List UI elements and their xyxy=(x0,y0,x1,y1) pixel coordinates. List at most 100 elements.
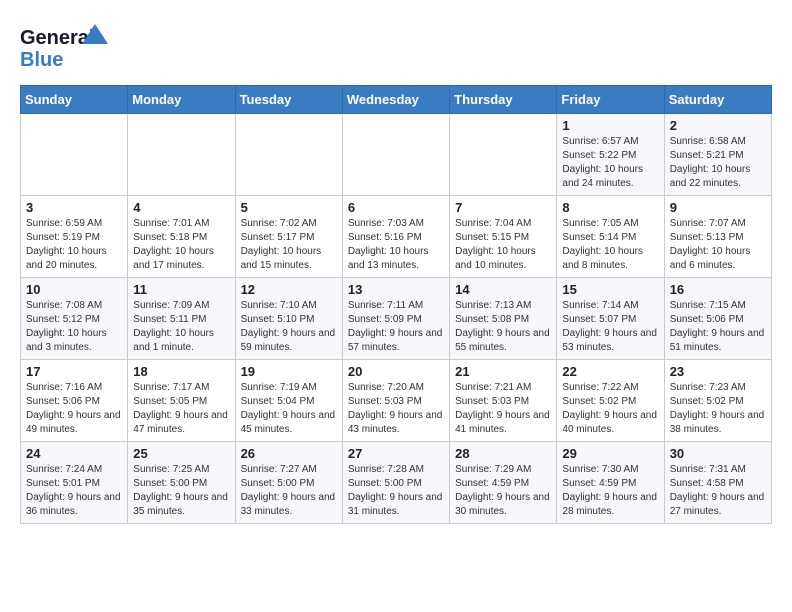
day-number: 10 xyxy=(26,282,122,297)
svg-text:Blue: Blue xyxy=(20,49,63,71)
calendar-cell: 17 Sunrise: 7:16 AM Sunset: 5:06 PM Dayli… xyxy=(21,360,128,442)
day-number: 11 xyxy=(133,282,229,297)
logo: GeneralBlue xyxy=(20,20,110,75)
day-number: 28 xyxy=(455,446,551,461)
calendar-cell: 6Sunrise: 7:03 AM Sunset: 5:16 PM Daylig… xyxy=(342,196,449,278)
day-number: 19 xyxy=(241,364,337,379)
calendar-cell: 30 Sunrise: 7:31 AM Sunset: 4:58 PM Dayli… xyxy=(664,442,771,524)
day-info: Sunrise: 7:25 AM Sunset: 5:00 PM Dayligh… xyxy=(133,463,229,519)
calendar-week-row: 1 Sunrise: 6:57 AM Sunset: 5:22 PM Daylig… xyxy=(21,114,772,196)
calendar-cell: 22 Sunrise: 7:22 AM Sunset: 5:02 PM Dayli… xyxy=(557,360,664,442)
calendar-week-row: 24 Sunrise: 7:24 AM Sunset: 5:01 PM Dayli… xyxy=(21,442,772,524)
day-number: 18 xyxy=(133,364,229,379)
page-header: GeneralBlue xyxy=(20,20,772,75)
calendar-cell xyxy=(128,114,235,196)
day-number: 4 xyxy=(133,200,229,215)
calendar-cell: 16Sunrise: 7:15 AM Sunset: 5:06 PM Dayli… xyxy=(664,278,771,360)
day-info: Sunrise: 7:23 AM Sunset: 5:02 PM Dayligh… xyxy=(670,381,766,437)
calendar-week-row: 17 Sunrise: 7:16 AM Sunset: 5:06 PM Dayli… xyxy=(21,360,772,442)
weekday-header: Tuesday xyxy=(235,86,342,114)
calendar-cell xyxy=(450,114,557,196)
day-info: Sunrise: 7:19 AM Sunset: 5:04 PM Dayligh… xyxy=(241,381,337,437)
day-info: Sunrise: 7:02 AM Sunset: 5:17 PM Dayligh… xyxy=(241,217,337,273)
calendar-cell: 2Sunrise: 6:58 AM Sunset: 5:21 PM Daylig… xyxy=(664,114,771,196)
calendar-cell: 25 Sunrise: 7:25 AM Sunset: 5:00 PM Dayli… xyxy=(128,442,235,524)
day-info: Sunrise: 7:11 AM Sunset: 5:09 PM Dayligh… xyxy=(348,299,444,355)
calendar-cell: 1 Sunrise: 6:57 AM Sunset: 5:22 PM Daylig… xyxy=(557,114,664,196)
calendar-cell: 14 Sunrise: 7:13 AM Sunset: 5:08 PM Dayli… xyxy=(450,278,557,360)
day-number: 16 xyxy=(670,282,766,297)
day-info: Sunrise: 6:58 AM Sunset: 5:21 PM Dayligh… xyxy=(670,135,766,191)
calendar-cell xyxy=(235,114,342,196)
day-number: 6 xyxy=(348,200,444,215)
calendar-cell: 27 Sunrise: 7:28 AM Sunset: 5:00 PM Dayli… xyxy=(342,442,449,524)
day-number: 5 xyxy=(241,200,337,215)
calendar-cell: 24 Sunrise: 7:24 AM Sunset: 5:01 PM Dayli… xyxy=(21,442,128,524)
day-number: 3 xyxy=(26,200,122,215)
day-number: 23 xyxy=(670,364,766,379)
calendar-cell xyxy=(342,114,449,196)
calendar-cell xyxy=(21,114,128,196)
calendar-cell: 13 Sunrise: 7:11 AM Sunset: 5:09 PM Dayli… xyxy=(342,278,449,360)
calendar-cell: 18Sunrise: 7:17 AM Sunset: 5:05 PM Dayli… xyxy=(128,360,235,442)
day-info: Sunrise: 7:07 AM Sunset: 5:13 PM Dayligh… xyxy=(670,217,766,273)
calendar-cell: 10 Sunrise: 7:08 AM Sunset: 5:12 PM Dayli… xyxy=(21,278,128,360)
calendar-cell: 20 Sunrise: 7:20 AM Sunset: 5:03 PM Dayli… xyxy=(342,360,449,442)
day-info: Sunrise: 7:10 AM Sunset: 5:10 PM Dayligh… xyxy=(241,299,337,355)
day-info: Sunrise: 7:29 AM Sunset: 4:59 PM Dayligh… xyxy=(455,463,551,519)
calendar-cell: 11 Sunrise: 7:09 AM Sunset: 5:11 PM Dayli… xyxy=(128,278,235,360)
day-number: 22 xyxy=(562,364,658,379)
day-number: 1 xyxy=(562,118,658,133)
day-info: Sunrise: 7:31 AM Sunset: 4:58 PM Dayligh… xyxy=(670,463,766,519)
day-number: 30 xyxy=(670,446,766,461)
calendar-cell: 9 Sunrise: 7:07 AM Sunset: 5:13 PM Daylig… xyxy=(664,196,771,278)
day-info: Sunrise: 7:14 AM Sunset: 5:07 PM Dayligh… xyxy=(562,299,658,355)
day-info: Sunrise: 7:16 AM Sunset: 5:06 PM Dayligh… xyxy=(26,381,122,437)
svg-text:General: General xyxy=(20,27,94,49)
day-number: 13 xyxy=(348,282,444,297)
logo-svg: GeneralBlue xyxy=(20,20,110,75)
day-number: 24 xyxy=(26,446,122,461)
calendar-cell: 28 Sunrise: 7:29 AM Sunset: 4:59 PM Dayli… xyxy=(450,442,557,524)
day-number: 25 xyxy=(133,446,229,461)
day-info: Sunrise: 7:01 AM Sunset: 5:18 PM Dayligh… xyxy=(133,217,229,273)
day-number: 27 xyxy=(348,446,444,461)
calendar-table: SundayMondayTuesdayWednesdayThursdayFrid… xyxy=(20,85,772,524)
calendar-cell: 23 Sunrise: 7:23 AM Sunset: 5:02 PM Dayli… xyxy=(664,360,771,442)
day-number: 20 xyxy=(348,364,444,379)
day-info: Sunrise: 7:28 AM Sunset: 5:00 PM Dayligh… xyxy=(348,463,444,519)
day-info: Sunrise: 6:59 AM Sunset: 5:19 PM Dayligh… xyxy=(26,217,122,273)
calendar-cell: 3 Sunrise: 6:59 AM Sunset: 5:19 PM Daylig… xyxy=(21,196,128,278)
day-info: Sunrise: 7:21 AM Sunset: 5:03 PM Dayligh… xyxy=(455,381,551,437)
weekday-header: Sunday xyxy=(21,86,128,114)
day-number: 26 xyxy=(241,446,337,461)
calendar-cell: 15 Sunrise: 7:14 AM Sunset: 5:07 PM Dayli… xyxy=(557,278,664,360)
day-info: Sunrise: 7:24 AM Sunset: 5:01 PM Dayligh… xyxy=(26,463,122,519)
weekday-header: Thursday xyxy=(450,86,557,114)
day-number: 21 xyxy=(455,364,551,379)
day-info: Sunrise: 7:22 AM Sunset: 5:02 PM Dayligh… xyxy=(562,381,658,437)
weekday-header-row: SundayMondayTuesdayWednesdayThursdayFrid… xyxy=(21,86,772,114)
weekday-header: Saturday xyxy=(664,86,771,114)
calendar-cell: 4 Sunrise: 7:01 AM Sunset: 5:18 PM Daylig… xyxy=(128,196,235,278)
calendar-cell: 26 Sunrise: 7:27 AM Sunset: 5:00 PM Dayli… xyxy=(235,442,342,524)
day-info: Sunrise: 7:27 AM Sunset: 5:00 PM Dayligh… xyxy=(241,463,337,519)
day-number: 15 xyxy=(562,282,658,297)
day-info: Sunrise: 7:04 AM Sunset: 5:15 PM Dayligh… xyxy=(455,217,551,273)
calendar-week-row: 3 Sunrise: 6:59 AM Sunset: 5:19 PM Daylig… xyxy=(21,196,772,278)
day-info: Sunrise: 6:57 AM Sunset: 5:22 PM Dayligh… xyxy=(562,135,658,191)
calendar-cell: 7Sunrise: 7:04 AM Sunset: 5:15 PM Daylig… xyxy=(450,196,557,278)
calendar-cell: 19 Sunrise: 7:19 AM Sunset: 5:04 PM Dayli… xyxy=(235,360,342,442)
day-info: Sunrise: 7:20 AM Sunset: 5:03 PM Dayligh… xyxy=(348,381,444,437)
calendar-cell: 21 Sunrise: 7:21 AM Sunset: 5:03 PM Dayli… xyxy=(450,360,557,442)
calendar-week-row: 10 Sunrise: 7:08 AM Sunset: 5:12 PM Dayli… xyxy=(21,278,772,360)
day-info: Sunrise: 7:13 AM Sunset: 5:08 PM Dayligh… xyxy=(455,299,551,355)
weekday-header: Friday xyxy=(557,86,664,114)
day-info: Sunrise: 7:08 AM Sunset: 5:12 PM Dayligh… xyxy=(26,299,122,355)
day-number: 14 xyxy=(455,282,551,297)
day-number: 17 xyxy=(26,364,122,379)
day-number: 9 xyxy=(670,200,766,215)
calendar-cell: 12Sunrise: 7:10 AM Sunset: 5:10 PM Dayli… xyxy=(235,278,342,360)
day-info: Sunrise: 7:09 AM Sunset: 5:11 PM Dayligh… xyxy=(133,299,229,355)
day-number: 8 xyxy=(562,200,658,215)
